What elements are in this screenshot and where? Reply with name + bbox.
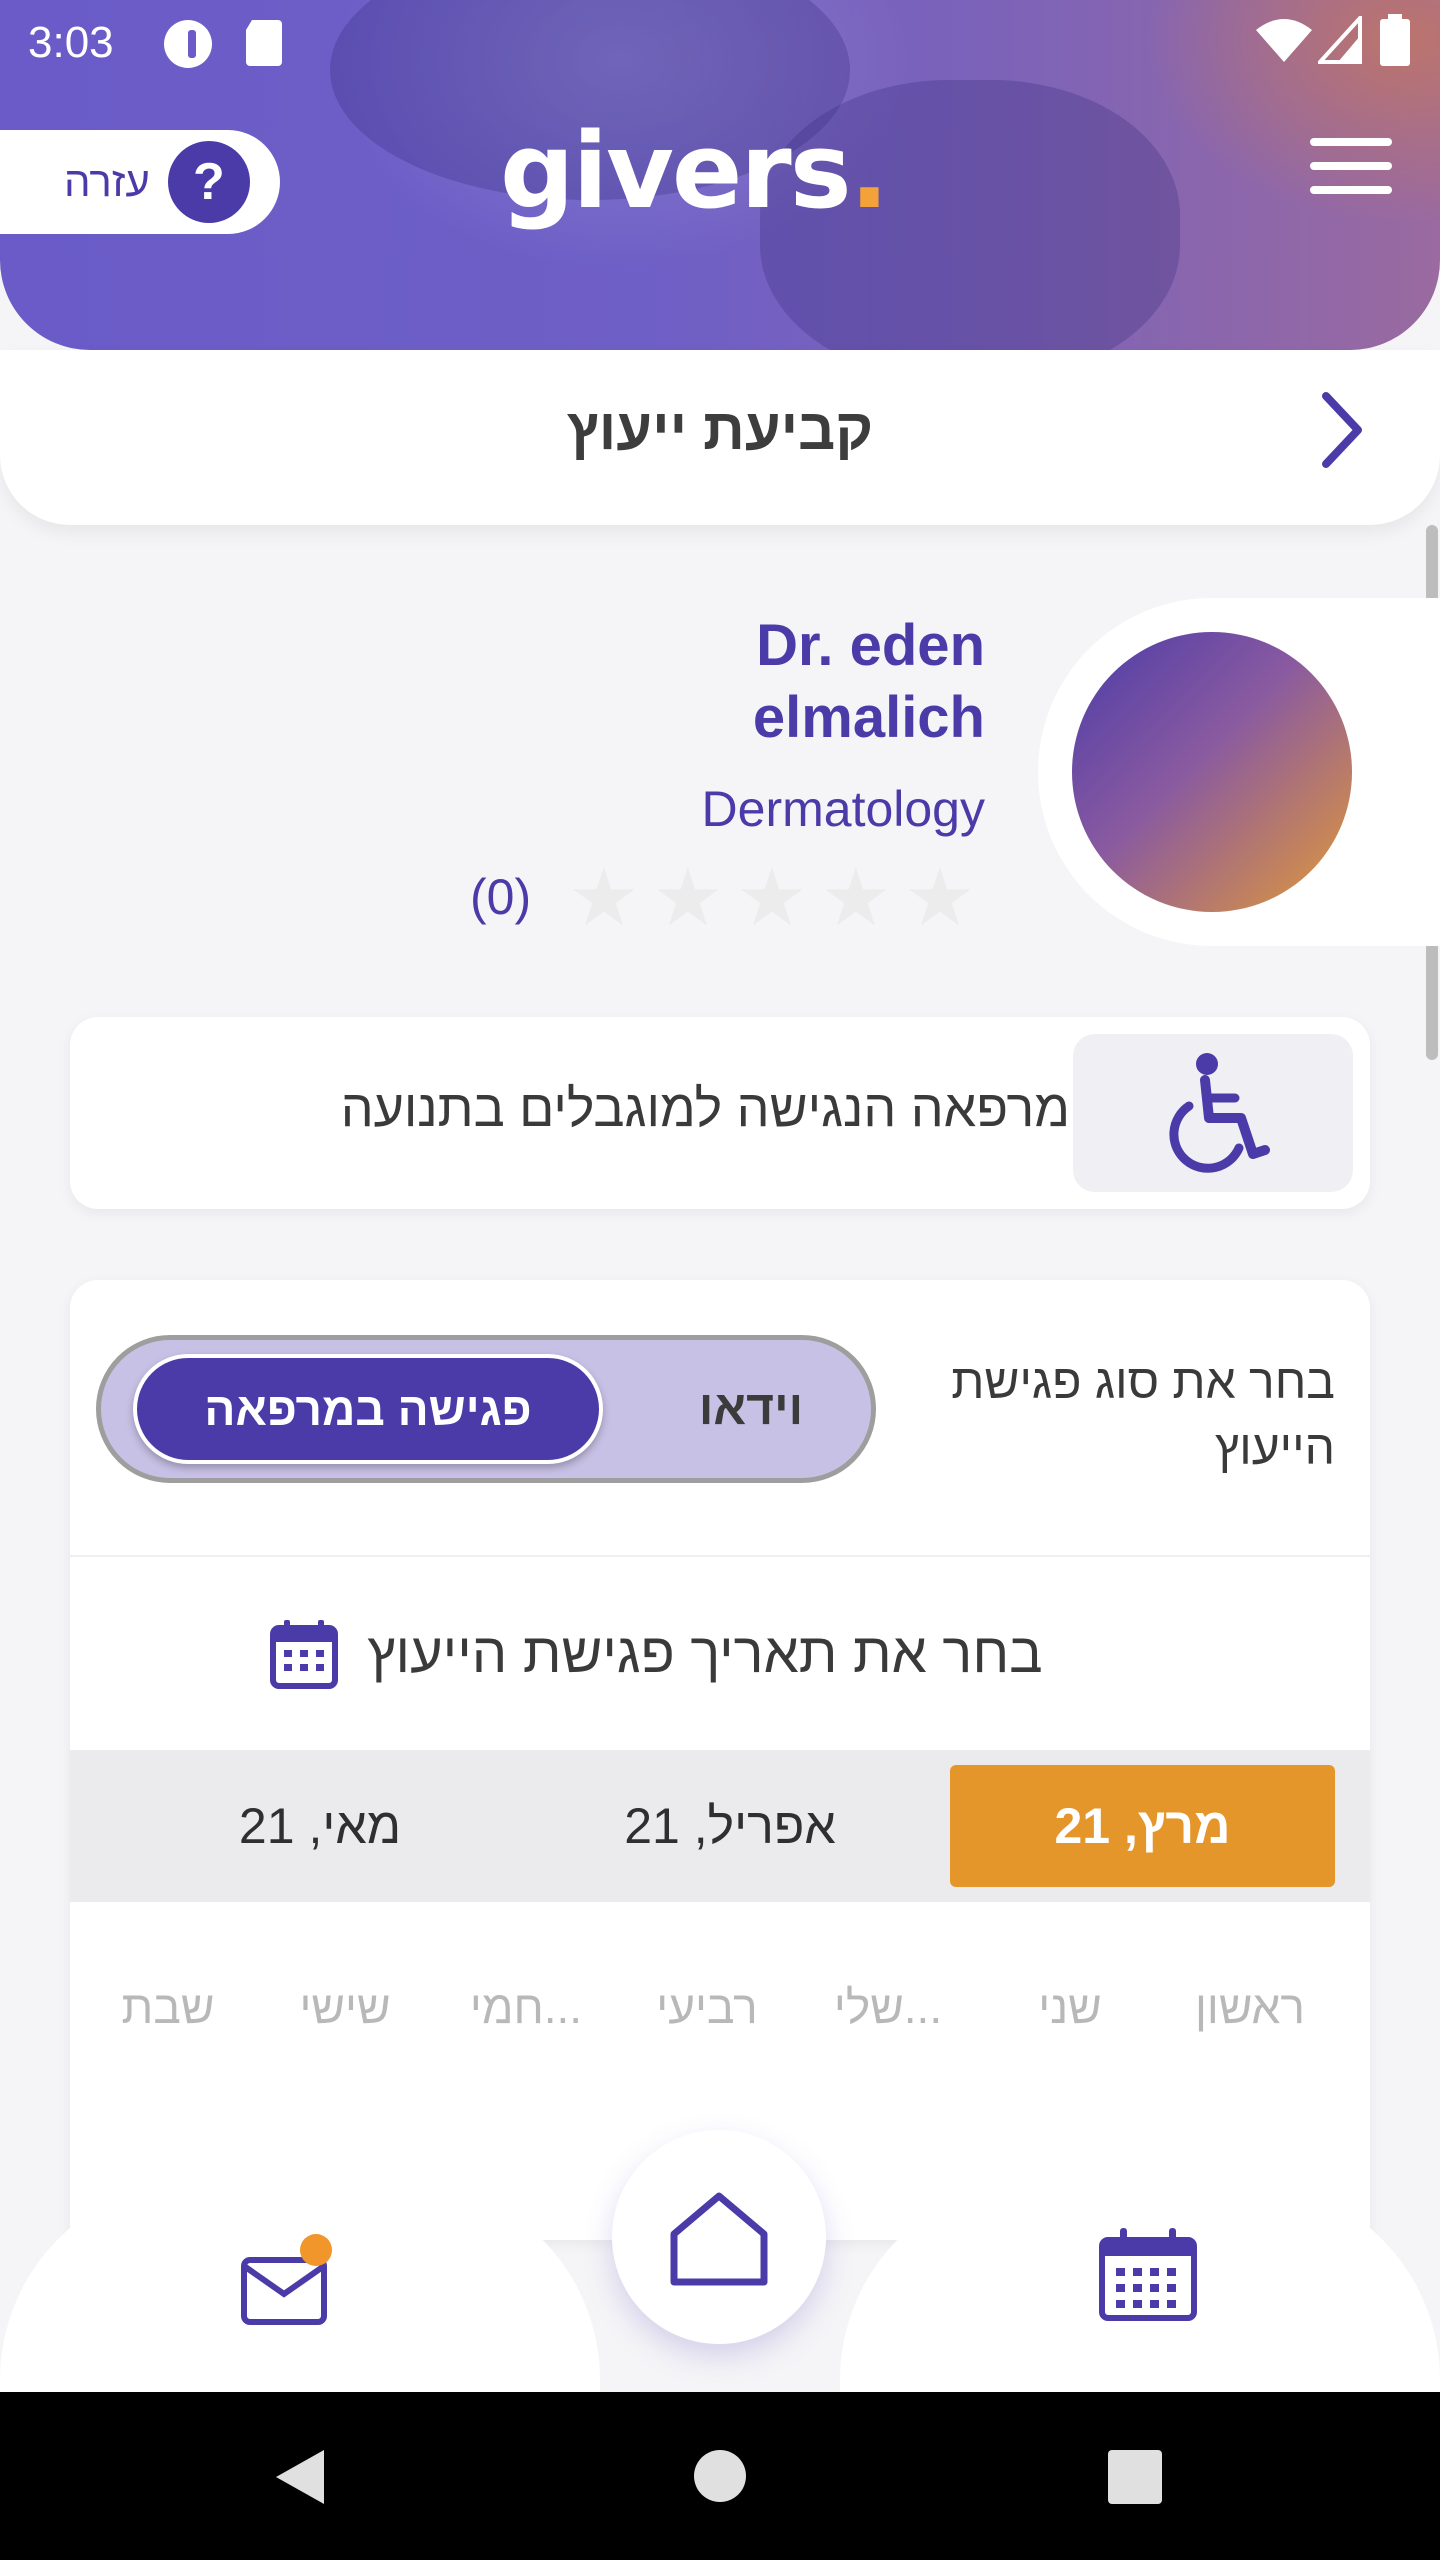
page-title: קביעת ייעוץ [566,397,874,462]
month-selector: מרץ, 21 אפריל, 21 מאי, 21 [70,1750,1370,1902]
home-icon[interactable] [666,2190,772,2290]
avatar [1072,632,1352,912]
doctor-specialty: Dermatology [701,781,985,837]
weekday-label: רביעי [656,1981,758,2033]
rating: (0) ★ ★ ★ ★ ★ [470,852,990,942]
cell-signal-icon [1318,16,1362,64]
givers-logo: givers. [500,110,889,232]
month-tab-march[interactable]: מרץ, 21 [950,1765,1335,1887]
wheelchair-icon [1169,1053,1270,1173]
status-time: 3:03 [28,18,114,67]
star-icon: ★ [736,853,808,942]
logo-text: givers [500,110,852,232]
meeting-type-toggle[interactable]: וידאו פגישה במרפאה [96,1335,876,1483]
help-button[interactable]: עזרה ? [0,130,280,234]
calendar-icon[interactable] [1098,2226,1198,2322]
divider [70,1555,1370,1557]
bottom-navigation [0,2130,1440,2440]
accessibility-text: מרפאה הנגישה למוגבלים בתנועה [340,1080,1070,1138]
back-triangle-icon[interactable] [272,2446,328,2508]
accessibility-card: מרפאה הנגישה למוגבלים בתנועה [70,1017,1370,1209]
logo-dot: . [849,110,889,232]
meeting-type-label: בחר את סוג פגישת הייעוץ [951,1356,1335,1475]
doctor-name-line1: Dr. eden [756,613,985,678]
weekday-label: חמי... [469,1981,583,2033]
recents-square-icon[interactable] [1108,2450,1162,2504]
wifi-icon [1256,19,1312,62]
toggle-option-video[interactable]: וידאו [641,1340,861,1478]
battery-icon [1380,14,1410,66]
booking-card: בחר את סוג פגישת הייעוץ וידאו פגישה במרפ… [70,1280,1370,2240]
toggle-option-clinic[interactable]: פגישה במרפאה [133,1354,603,1464]
month-tab-april[interactable]: אפריל, 21 [560,1750,900,1902]
month-tab-may[interactable]: מאי, 21 [150,1750,490,1902]
title-bar: קביעת ייעוץ [0,350,1440,525]
chevron-right-icon[interactable] [1318,390,1366,470]
weekday-label: שני [1038,1981,1102,2033]
weekday-label: שישי [299,1981,391,2033]
date-label: בחר את תאריך פגישת הייעוץ [367,1621,1043,1684]
home-circle-icon[interactable] [692,2448,748,2504]
star-icon: ★ [820,853,892,942]
weekday-label: שבת [121,1981,215,2033]
star-icon: ★ [904,853,976,942]
doctor-name-line2: elmalich [752,685,985,750]
star-icon: ★ [568,853,640,942]
help-label: עזרה [64,158,150,205]
hamburger-menu-icon[interactable] [1310,138,1392,194]
star-icon: ★ [652,853,724,942]
mail-icon[interactable] [240,2230,336,2330]
weekday-header: ראשון שני שלי... רביעי חמי... שישי שבת [70,1980,1370,2060]
rating-count: (0) [470,869,532,925]
system-navigation-bar [0,2392,1440,2560]
help-question-icon: ? [167,141,250,223]
sd-card-icon [246,20,282,66]
doctor-name: Dr. eden elmalich [560,610,985,754]
weekday-label: שלי... [833,1981,943,2033]
app-notification-icon [164,20,212,68]
status-bar: 3:03 [0,0,1440,84]
accessibility-icon-box [1073,1034,1353,1192]
calendar-icon[interactable] [270,1618,338,1690]
weekday-label: ראשון [1194,1981,1305,2033]
